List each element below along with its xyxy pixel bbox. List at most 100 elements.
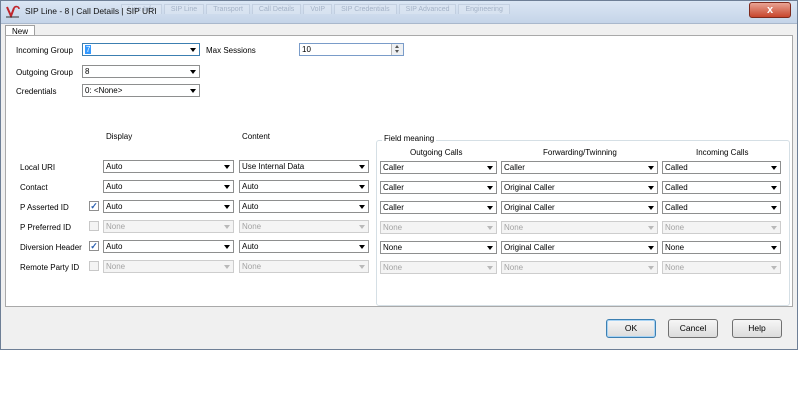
chevron-down-icon (224, 205, 230, 209)
incoming-calls-select[interactable]: None (662, 241, 781, 254)
chevron-down-icon (224, 265, 230, 269)
content-value: None (242, 262, 262, 271)
dialog-window: Line Info SIP Line Transport Call Details Vo… (0, 0, 798, 350)
credentials-label: Credentials (16, 87, 57, 96)
ok-button[interactable]: OK (606, 319, 656, 338)
outgoing-value: Caller (383, 183, 404, 192)
display-select[interactable]: Auto (103, 160, 234, 173)
incoming-value: None (665, 223, 685, 232)
content-select[interactable]: Use Internal Data (239, 160, 369, 173)
chevron-down-icon (771, 166, 777, 170)
chevron-down-icon (190, 70, 196, 74)
outgoing-calls-select[interactable]: Caller (380, 181, 497, 194)
content-select[interactable]: None (239, 260, 369, 273)
content-value: None (242, 222, 262, 231)
cancel-button[interactable]: Cancel (668, 319, 718, 338)
chevron-down-icon (359, 185, 365, 189)
credentials-value: 0: <None> (85, 86, 123, 95)
credentials-select[interactable]: 0: <None> (82, 84, 200, 97)
forwarding-select[interactable]: Original Caller (501, 181, 658, 194)
display-select[interactable]: Auto (103, 180, 234, 193)
chevron-down-icon (487, 266, 493, 270)
forwarding-select[interactable]: Original Caller (501, 241, 658, 254)
forwarding-value: Caller (504, 163, 525, 172)
spinner-buttons[interactable] (391, 44, 403, 55)
content-select[interactable]: Auto (239, 200, 369, 213)
forwarding-value: None (504, 223, 524, 232)
incoming-calls-select[interactable]: Called (662, 181, 781, 194)
max-sessions-spinner[interactable]: 10 (299, 43, 404, 56)
row-label: Local URI (20, 163, 56, 172)
close-button[interactable]: x (749, 2, 791, 18)
outgoing-value: None (383, 263, 403, 272)
chevron-down-icon (359, 225, 365, 229)
display-value: None (106, 222, 126, 231)
chevron-down-icon (487, 246, 493, 250)
spin-up-icon[interactable] (395, 45, 399, 48)
outgoing-value: None (383, 223, 403, 232)
content-select[interactable]: Auto (239, 180, 369, 193)
forwarding-select[interactable]: Original Caller (501, 201, 658, 214)
background-tab: Call Details (251, 4, 302, 14)
chevron-down-icon (771, 266, 777, 270)
forwarding-value: None (504, 263, 524, 272)
remote-party-id-checkbox[interactable] (89, 261, 99, 271)
chevron-down-icon (359, 245, 365, 249)
diversion-header-checkbox[interactable]: ✓ (89, 241, 99, 251)
chevron-down-icon (648, 206, 654, 210)
outgoing-calls-select[interactable]: None (380, 261, 497, 274)
chevron-down-icon (359, 265, 365, 269)
content-select[interactable]: Auto (239, 240, 369, 253)
outgoing-calls-select[interactable]: Caller (380, 201, 497, 214)
incoming-calls-select[interactable]: None (662, 261, 781, 274)
outgoing-group-label: Outgoing Group (16, 68, 73, 77)
forwarding-select[interactable]: Caller (501, 161, 658, 174)
row-label: P Asserted ID (20, 203, 69, 212)
forwarding-value: Original Caller (504, 183, 555, 192)
display-header: Display (106, 132, 133, 141)
spin-down-icon[interactable] (395, 50, 399, 53)
display-value: None (106, 262, 126, 271)
display-value: Auto (106, 182, 123, 191)
p-asserted-id-checkbox[interactable]: ✓ (89, 201, 99, 211)
chevron-down-icon (648, 166, 654, 170)
title-bar[interactable]: Line Info SIP Line Transport Call Details Vo… (1, 1, 797, 24)
display-select[interactable]: Auto (103, 200, 234, 213)
row-label: P Preferred ID (20, 223, 71, 232)
new-uri-panel: Incoming Group 7 Max Sessions 10 Outgoin… (5, 35, 793, 307)
display-select[interactable]: None (103, 260, 234, 273)
background-tabs: Line Info SIP Line Transport Call Details Vo… (121, 4, 512, 18)
outgoing-calls-select[interactable]: None (380, 221, 497, 234)
incoming-calls-select[interactable]: Called (662, 201, 781, 214)
forwarding-header: Forwarding/Twinning (543, 148, 617, 157)
outgoing-calls-select[interactable]: Caller (380, 161, 497, 174)
outgoing-calls-select[interactable]: None (380, 241, 497, 254)
display-select[interactable]: None (103, 220, 234, 233)
row-label: Remote Party ID (20, 263, 80, 272)
chevron-down-icon (190, 89, 196, 93)
incoming-calls-select[interactable]: None (662, 221, 781, 234)
background-tab: SIP Line (163, 4, 205, 14)
chevron-down-icon (771, 206, 777, 210)
content-select[interactable]: None (239, 220, 369, 233)
max-sessions-label: Max Sessions (206, 46, 256, 55)
forwarding-value: Original Caller (504, 243, 555, 252)
incoming-calls-header: Incoming Calls (696, 148, 749, 157)
p-preferred-id-checkbox[interactable] (89, 221, 99, 231)
incoming-calls-select[interactable]: Called (662, 161, 781, 174)
forwarding-select[interactable]: None (501, 221, 658, 234)
outgoing-value: None (383, 243, 403, 252)
field-meaning-legend: Field meaning (382, 134, 437, 143)
content-value: Use Internal Data (242, 162, 305, 171)
display-value: Auto (106, 202, 123, 211)
help-button[interactable]: Help (732, 319, 782, 338)
incoming-group-label: Incoming Group (16, 46, 73, 55)
display-select[interactable]: Auto (103, 240, 234, 253)
background-tab: VoIP (303, 4, 333, 14)
outgoing-group-select[interactable]: 8 (82, 65, 200, 78)
chevron-down-icon (487, 206, 493, 210)
content-value: Auto (242, 242, 259, 251)
background-tab: SIP Advanced (398, 4, 457, 14)
forwarding-select[interactable]: None (501, 261, 658, 274)
incoming-group-select[interactable]: 7 (82, 43, 200, 56)
